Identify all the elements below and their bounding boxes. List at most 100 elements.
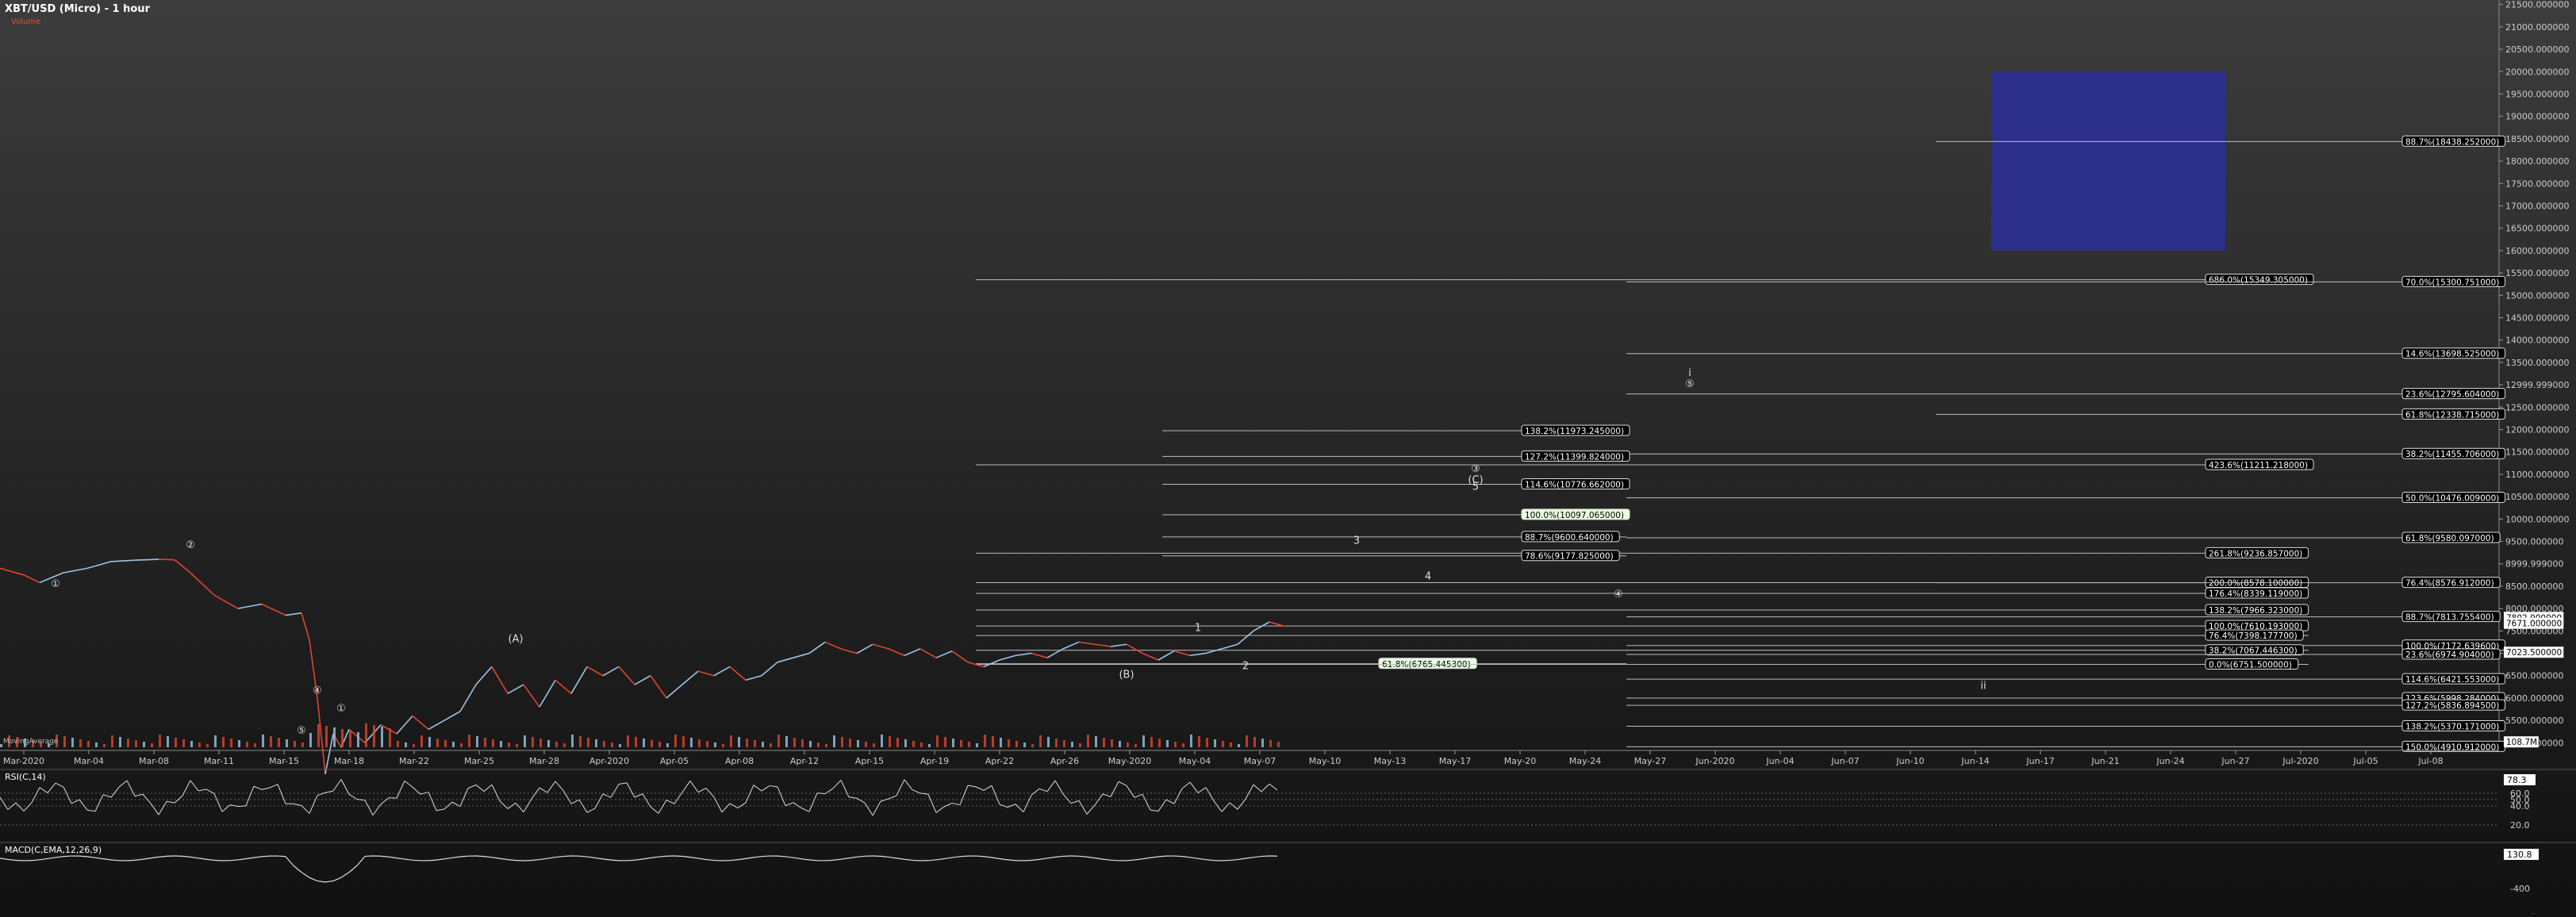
fib-label: 200.0%(8578.100000): [2209, 579, 2302, 589]
macd-segment: [436, 858, 445, 861]
fib-label: 138.2%(11973.245000): [1525, 427, 1624, 436]
fib-label: 686.0%(15349.305000): [2209, 276, 2308, 286]
volume-bar: [627, 735, 629, 747]
volume-bar: [1142, 735, 1145, 747]
rsi-segment: [269, 784, 278, 788]
macd-segment: [912, 859, 921, 861]
volume-bar: [103, 744, 106, 747]
volume-bar: [182, 739, 185, 747]
rsi-current: 78.3: [2507, 775, 2527, 785]
fib-label: 38.2%(11455.706000): [2405, 450, 2499, 459]
price-segment: [396, 715, 413, 735]
x-tick-label: Mar-08: [139, 756, 169, 766]
volume-bar: [754, 740, 756, 747]
macd-segment: [1229, 858, 1238, 861]
rsi-segment: [309, 795, 318, 814]
volume-bar: [690, 738, 693, 747]
rsi-segment: [562, 790, 572, 804]
price-segment: [86, 561, 112, 570]
x-tick-label: May-2020: [1108, 756, 1152, 766]
rsi-segment: [991, 785, 1000, 805]
macd-segment: [134, 858, 144, 861]
rsi-segment: [1205, 787, 1215, 801]
macd-segment: [642, 857, 651, 860]
chart-window[interactable]: 21500.000000 21000.000000 20500.000000 2000…: [0, 0, 2576, 917]
y-tick-label: 11500.000000: [2505, 447, 2569, 458]
rsi-segment: [983, 785, 992, 791]
rsi-segment: [1054, 780, 1064, 795]
rsi-segment: [793, 802, 802, 808]
price-segment: [951, 650, 969, 663]
rsi-segment: [31, 787, 40, 804]
volume-bar: [563, 743, 566, 747]
macd-segment: [935, 858, 945, 861]
rsi-segment: [856, 797, 866, 804]
volume-bar: [151, 743, 153, 747]
x-tick-label: Jun-14: [1960, 756, 1989, 766]
volume-bar: [698, 739, 701, 747]
rsi-segment: [808, 792, 818, 812]
rsi-segment: [459, 788, 469, 807]
rsi-segment: [364, 800, 374, 815]
volume-bar: [301, 742, 304, 747]
rsi-segment: [110, 786, 120, 798]
price-segment: [507, 684, 524, 695]
volume-bar: [294, 741, 296, 747]
rsi-segment: [515, 802, 524, 813]
x-tick-label: Apr-26: [1050, 756, 1079, 766]
rsi-segment: [785, 802, 794, 807]
volume-bar: [555, 742, 558, 747]
macd-segment: [705, 858, 715, 861]
price-chart[interactable]: 21500.000000 21000.000000 20500.000000 2000…: [0, 0, 2576, 917]
rsi-segment: [1062, 793, 1072, 804]
volume-bar: [317, 724, 320, 747]
rsi-segment: [1245, 784, 1254, 800]
price-segment: [793, 652, 810, 658]
wave-label: i: [1688, 367, 1691, 379]
macd-segment: [396, 858, 405, 860]
volume-bar: [135, 740, 137, 747]
macd-segment: [499, 858, 509, 861]
price-segment: [1221, 643, 1238, 650]
volume-bar: [508, 742, 510, 747]
rsi-segment: [94, 794, 104, 812]
price-segment: [1142, 652, 1159, 661]
wave-label: 4: [1425, 570, 1431, 582]
fib-label: 100.0%(10097.065000): [1525, 511, 1624, 520]
x-tick-label: May-07: [1244, 756, 1276, 766]
macd-segment: [832, 858, 842, 861]
volume-bar: [920, 742, 923, 747]
volume-bar: [1063, 740, 1065, 747]
volume-bar: [167, 736, 169, 747]
volume-bar: [785, 736, 788, 747]
x-tick-label: Jun-2020: [1695, 756, 1734, 766]
price-segment: [697, 670, 715, 677]
wave-label: (B): [1119, 670, 1134, 681]
rsi-segment: [586, 808, 596, 813]
rsi-segment: [0, 796, 9, 810]
macd-segment: [602, 858, 612, 861]
volume-bar: [547, 740, 550, 747]
y-tick-label: 12500.000000: [2505, 402, 2569, 412]
volume-bar: [246, 742, 248, 747]
price-segment: [158, 558, 175, 561]
x-tick-label: Mar-28: [529, 756, 559, 766]
price-segment: [443, 711, 461, 721]
price-segment: [428, 719, 445, 731]
price-segment: [110, 559, 136, 562]
volume-bar: [571, 735, 574, 747]
macd-segment: [31, 859, 40, 861]
rsi-segment: [1086, 804, 1096, 815]
volume-bar: [175, 738, 177, 747]
rsi-segment: [1173, 788, 1183, 804]
x-tick-label: Mar-18: [334, 756, 364, 766]
price-segment: [618, 666, 635, 685]
rsi-segment: [1157, 799, 1167, 811]
rsi-segment: [1253, 784, 1262, 792]
macd-current: 130.8: [2507, 850, 2532, 860]
macd-segment: [1023, 859, 1032, 861]
volume-bar: [262, 735, 264, 747]
y-tick-label: 20000.000000: [2505, 67, 2569, 77]
wave-label: ③: [1471, 463, 1480, 475]
y-tick-label: 18500.000000: [2505, 134, 2569, 144]
